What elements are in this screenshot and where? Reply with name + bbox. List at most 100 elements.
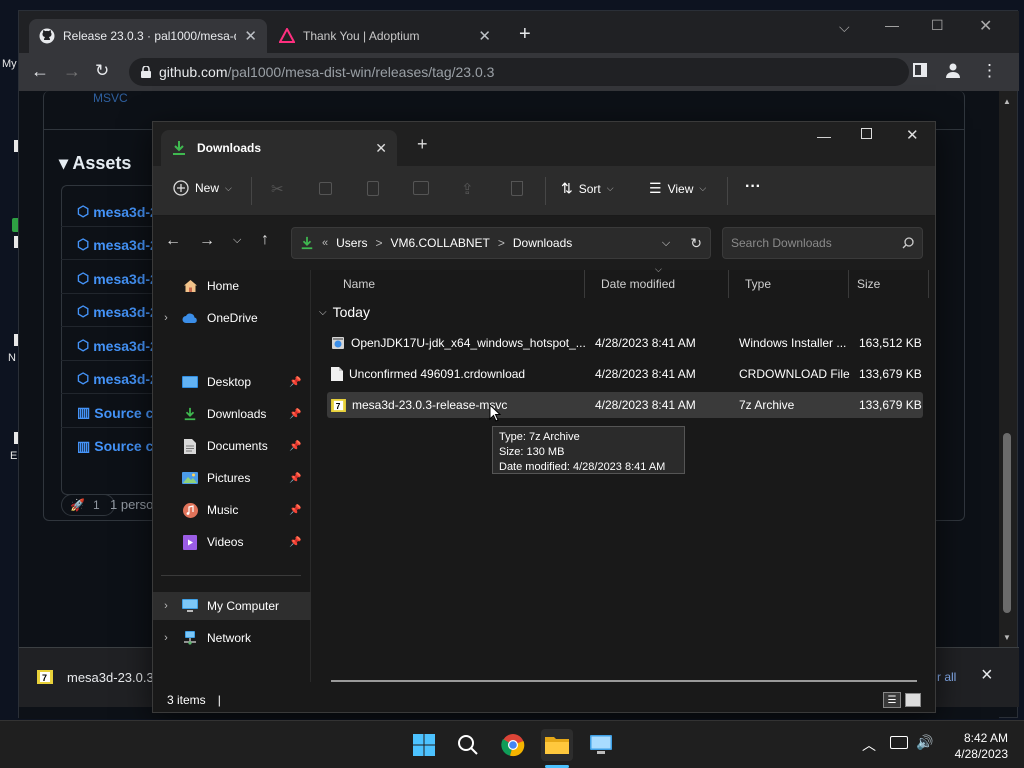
- details-view-icon[interactable]: ☰: [883, 692, 901, 708]
- nav-item-home[interactable]: Home: [153, 272, 311, 300]
- address-bar[interactable]: « Users > VM6.COLLABNET > Downloads ⌵ ↻: [291, 227, 711, 259]
- clock[interactable]: 8:42 AM 4/28/2023: [942, 730, 1008, 762]
- nav-item-desktop[interactable]: Desktop 📌: [153, 368, 311, 396]
- tab-adoptium[interactable]: Thank You | Adoptium ✕: [269, 19, 501, 53]
- scroll-up-icon[interactable]: ▲: [1003, 97, 1011, 106]
- breadcrumb-overflow[interactable]: «: [322, 237, 328, 249]
- assets-heading[interactable]: ▾ Assets: [59, 153, 131, 174]
- forward-icon[interactable]: →: [199, 232, 215, 250]
- reaction-button[interactable]: 🚀 1: [61, 494, 115, 516]
- close-icon[interactable]: ✕: [244, 27, 257, 45]
- nav-item-pictures[interactable]: Pictures 📌: [153, 464, 311, 492]
- nav-item-my-computer[interactable]: › My Computer: [153, 592, 311, 620]
- column-size[interactable]: Size: [849, 270, 929, 298]
- nav-item-music[interactable]: Music 📌: [153, 496, 311, 524]
- nav-item-onedrive[interactable]: › OneDrive: [153, 304, 311, 332]
- sort-icon: ⇅: [561, 180, 573, 196]
- column-type[interactable]: Type: [729, 270, 849, 298]
- menu-icon[interactable]: ⋮: [981, 61, 998, 81]
- minimize-icon[interactable]: —: [817, 128, 831, 144]
- new-button[interactable]: New ⌵: [173, 180, 232, 196]
- remote-desktop-icon[interactable]: [585, 729, 617, 761]
- rename-icon[interactable]: [413, 181, 429, 195]
- chrome-icon[interactable]: [497, 729, 529, 761]
- recent-locations-icon[interactable]: ⌵: [233, 234, 241, 247]
- nav-item-downloads[interactable]: Downloads 📌: [153, 400, 311, 428]
- up-icon[interactable]: ↑: [261, 231, 269, 249]
- pin-icon[interactable]: 📌: [289, 377, 311, 388]
- chevron-right-icon[interactable]: ›: [153, 632, 179, 644]
- volume-icon[interactable]: 🔊: [916, 734, 933, 751]
- tiles-view-icon[interactable]: [905, 693, 921, 707]
- close-icon[interactable]: ✕: [375, 140, 387, 157]
- delete-icon[interactable]: [511, 181, 523, 196]
- close-icon[interactable]: ✕: [906, 126, 919, 144]
- more-options-button[interactable]: ···: [745, 178, 761, 196]
- horizontal-scrollbar[interactable]: [331, 680, 917, 682]
- file-row-selected[interactable]: 7 mesa3d-23.0.3-release-msvc 4/28/2023 8…: [327, 392, 923, 418]
- start-icon[interactable]: [408, 729, 440, 761]
- refresh-icon[interactable]: ↻: [690, 235, 702, 252]
- file-row[interactable]: OpenJDK17U-jdk_x64_windows_hotspot_... 4…: [327, 330, 923, 356]
- music-icon: [179, 502, 201, 518]
- breadcrumb-item[interactable]: Downloads: [513, 236, 572, 250]
- new-tab-button[interactable]: +: [417, 134, 428, 155]
- close-icon[interactable]: ✕: [979, 16, 992, 36]
- download-file-name[interactable]: mesa3d-23.0.3: [67, 670, 154, 685]
- desktop-icon-label: E: [10, 450, 18, 462]
- scroll-thumb[interactable]: [1003, 433, 1011, 613]
- chevron-right-icon[interactable]: ›: [153, 600, 179, 612]
- tab-downloads[interactable]: Downloads ✕: [161, 130, 397, 166]
- item-count: 3 items: [167, 693, 206, 707]
- reload-icon[interactable]: ↻: [95, 61, 109, 81]
- pin-icon[interactable]: 📌: [289, 409, 311, 420]
- pin-icon[interactable]: 📌: [289, 441, 311, 452]
- file-size: 133,679 KB: [859, 398, 922, 412]
- paste-icon[interactable]: [367, 181, 379, 196]
- nav-item-videos[interactable]: Videos 📌: [153, 528, 311, 556]
- archive-7z-icon: 7: [331, 398, 346, 412]
- column-name[interactable]: Name: [327, 270, 585, 298]
- pin-icon[interactable]: 📌: [289, 505, 311, 516]
- profile-icon[interactable]: [945, 62, 961, 78]
- network-icon: [179, 631, 201, 645]
- forward-icon[interactable]: →: [63, 61, 81, 82]
- pin-icon[interactable]: 📌: [289, 537, 311, 548]
- search-icon[interactable]: [452, 729, 484, 761]
- new-tab-button[interactable]: +: [519, 23, 531, 46]
- sort-button[interactable]: ⇅ Sort ⌵: [561, 180, 614, 197]
- back-icon[interactable]: ←: [165, 232, 181, 250]
- network-status-icon[interactable]: [890, 736, 908, 749]
- maximize-icon[interactable]: [861, 128, 872, 139]
- file-row[interactable]: Unconfirmed 496091.crdownload 4/28/2023 …: [327, 361, 923, 387]
- close-icon[interactable]: ×: [981, 664, 993, 687]
- pin-icon[interactable]: 📌: [289, 473, 311, 484]
- nav-item-documents[interactable]: Documents 📌: [153, 432, 311, 460]
- breadcrumb-item[interactable]: Users: [336, 236, 367, 250]
- side-panel-icon[interactable]: [913, 63, 927, 77]
- desktop-icon-label[interactable]: My: [2, 58, 17, 70]
- breadcrumb-item[interactable]: VM6.COLLABNET: [390, 236, 489, 250]
- cut-icon[interactable]: ✂: [271, 180, 284, 198]
- share-icon[interactable]: ⇪: [461, 180, 474, 198]
- file-explorer-icon[interactable]: [541, 729, 573, 761]
- address-bar[interactable]: github.com/pal1000/mesa-dist-win/release…: [129, 58, 909, 86]
- close-icon[interactable]: ✕: [478, 27, 491, 45]
- chevron-down-icon[interactable]: ⌵: [839, 19, 850, 36]
- chevron-up-icon[interactable]: ︿: [862, 735, 876, 755]
- view-button[interactable]: ☰ View ⌵: [649, 180, 706, 197]
- chevron-right-icon: >: [497, 236, 505, 250]
- chevron-right-icon[interactable]: ›: [153, 312, 179, 324]
- chevron-down-icon[interactable]: ⌵: [662, 237, 670, 250]
- maximize-icon[interactable]: ☐: [931, 17, 944, 34]
- tab-github-release[interactable]: Release 23.0.3 · pal1000/mesa-dist-win ✕: [29, 19, 267, 53]
- search-input[interactable]: Search Downloads: [722, 227, 923, 259]
- nav-item-network[interactable]: › Network: [153, 624, 311, 652]
- scroll-down-icon[interactable]: ▼: [1003, 633, 1011, 642]
- copy-icon[interactable]: [319, 182, 332, 195]
- back-icon[interactable]: ←: [31, 61, 49, 82]
- minimize-icon[interactable]: —: [885, 17, 899, 33]
- group-header-today[interactable]: ⌵ Today: [319, 304, 370, 320]
- show-all-button[interactable]: r all: [937, 670, 956, 684]
- file-explorer-window: Downloads ✕ + — ✕ New ⌵ ✂ ⇪ ⇅ Sort ⌵ ☰ Vie…: [152, 121, 936, 713]
